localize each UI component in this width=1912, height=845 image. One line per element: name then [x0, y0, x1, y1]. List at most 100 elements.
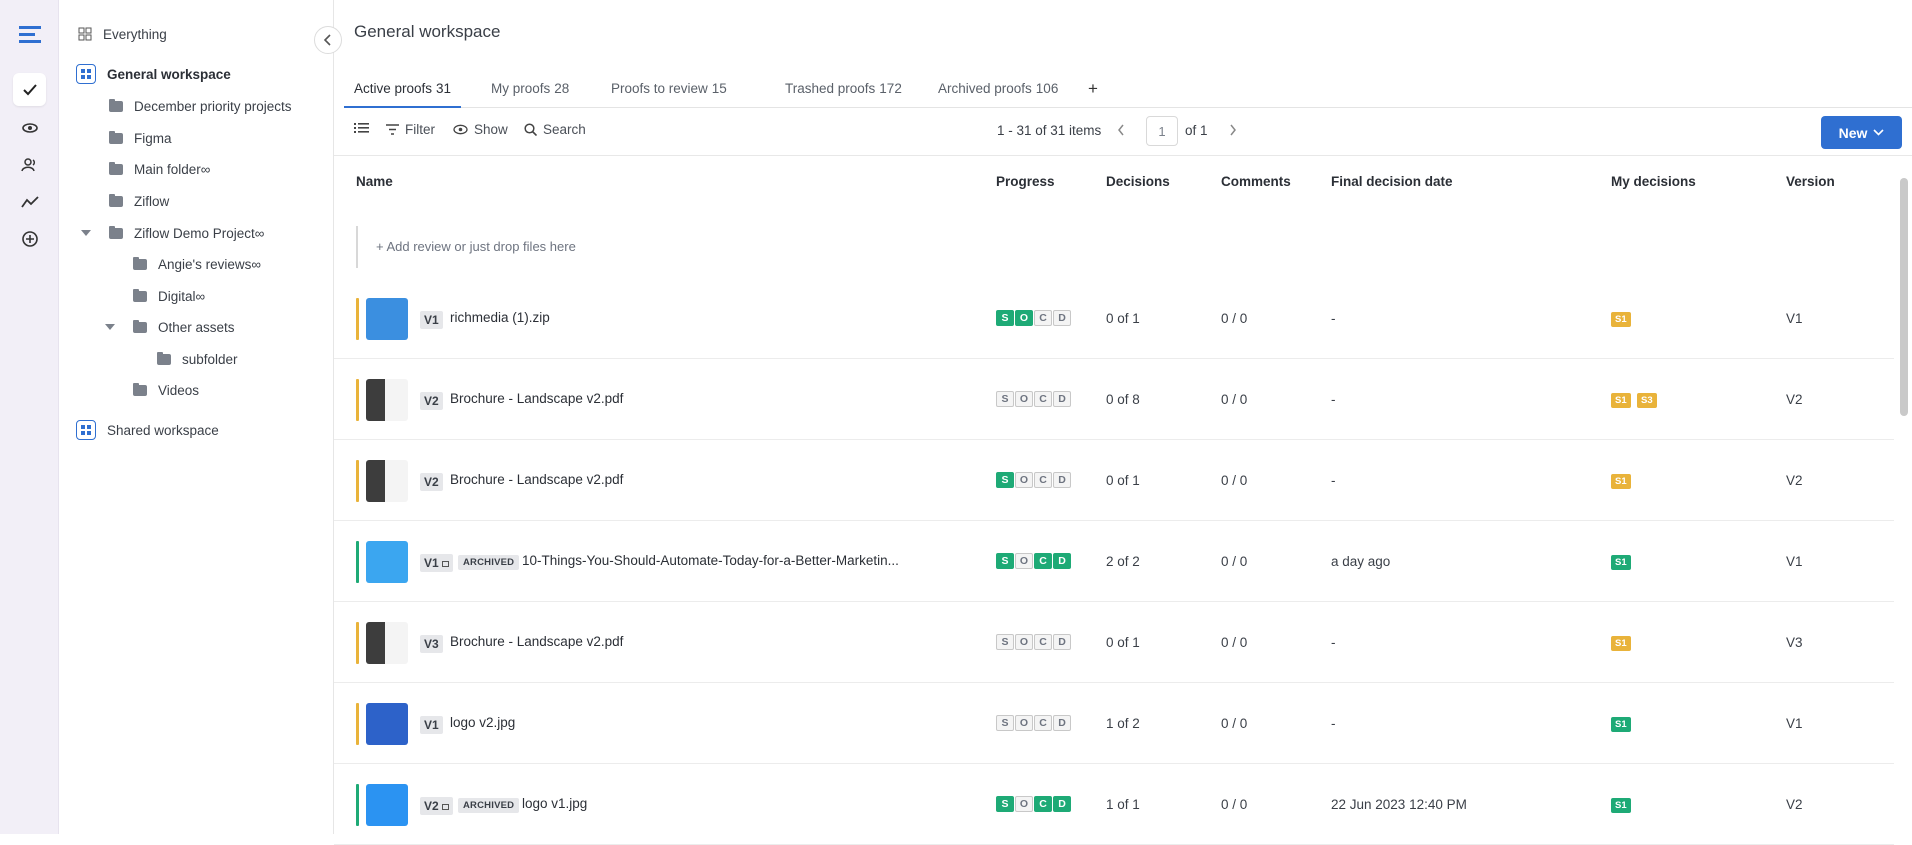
- progress-step-s: S: [996, 310, 1014, 326]
- column-version[interactable]: Version: [1786, 174, 1835, 189]
- column-progress[interactable]: Progress: [996, 174, 1055, 189]
- my-decision-badge: S1: [1611, 798, 1631, 813]
- comments-cell: 0 / 0: [1221, 797, 1248, 812]
- column-comments[interactable]: Comments: [1221, 174, 1291, 189]
- sidebar-folder-figma[interactable]: Figma: [107, 126, 172, 150]
- proof-thumbnail[interactable]: [366, 298, 408, 340]
- proof-name[interactable]: Brochure - Landscape v2.pdf: [450, 472, 623, 487]
- status-bar: [356, 298, 359, 340]
- column-my-decisions[interactable]: My decisions: [1611, 174, 1696, 189]
- checkmark-icon[interactable]: [13, 73, 46, 106]
- sidebar-item-everything[interactable]: Everything: [76, 22, 167, 46]
- tab-archived-proofs[interactable]: Archived proofs 106: [928, 78, 1068, 108]
- proof-thumbnail[interactable]: [366, 460, 408, 502]
- folder-icon: [107, 129, 125, 147]
- sidebar-folder-videos[interactable]: Videos: [131, 378, 199, 402]
- folder-icon: [107, 192, 125, 210]
- activity-icon[interactable]: [13, 185, 46, 218]
- page-input[interactable]: 1: [1146, 116, 1178, 146]
- table-row[interactable]: V2 ARCHIVED logo v1.jpg S O C D 1 of 1 0 / 0 22 J…: [334, 764, 1894, 845]
- final-date-cell: -: [1331, 311, 1336, 326]
- proof-thumbnail[interactable]: [366, 784, 408, 826]
- new-button[interactable]: New: [1821, 116, 1902, 149]
- search-button[interactable]: Search: [524, 122, 586, 137]
- list-view-icon[interactable]: [354, 122, 369, 134]
- progress-step-o: O: [1015, 472, 1033, 488]
- tab-my-proofs[interactable]: My proofs 28: [481, 78, 579, 108]
- grid-icon: [76, 25, 94, 43]
- sidebar-item-general-workspace[interactable]: General workspace: [75, 62, 231, 86]
- proof-thumbnail[interactable]: [366, 622, 408, 664]
- column-name[interactable]: Name: [356, 174, 393, 189]
- folder-icon: [107, 97, 125, 115]
- progress-step-s: S: [996, 553, 1014, 569]
- proof-thumbnail[interactable]: [366, 541, 408, 583]
- proof-name[interactable]: 10-Things-You-Should-Automate-Today-for-…: [522, 553, 899, 568]
- vertical-scrollbar[interactable]: [1898, 166, 1910, 826]
- folder-label: Main folder∞: [134, 161, 211, 177]
- sidebar-item-shared-workspace[interactable]: Shared workspace: [75, 418, 219, 442]
- folder-icon: [107, 160, 125, 178]
- add-tab-button[interactable]: +: [1078, 78, 1108, 108]
- next-page-button[interactable]: [1229, 124, 1237, 136]
- proof-name[interactable]: logo v2.jpg: [450, 715, 515, 730]
- progress-step-c: C: [1034, 634, 1052, 650]
- my-decision-badge: S1: [1611, 636, 1631, 651]
- version-cell: V1: [1786, 554, 1803, 569]
- sidebar-folder-angies[interactable]: Angie's reviews∞: [131, 252, 261, 276]
- folder-icon: [107, 224, 125, 242]
- version-badge: V1: [420, 716, 443, 734]
- collapse-sidebar-button[interactable]: [314, 26, 342, 54]
- tab-trashed-proofs[interactable]: Trashed proofs 172: [775, 78, 912, 108]
- table-row[interactable]: V3 Brochure - Landscape v2.pdf S O C D 0 of 1 0…: [334, 602, 1894, 683]
- table-row[interactable]: V2 Brochure - Landscape v2.pdf S O C D 0 of 8 0…: [334, 359, 1894, 440]
- sidebar-folder-ziflow[interactable]: Ziflow: [107, 189, 169, 213]
- filter-button[interactable]: Filter: [386, 122, 435, 137]
- progress-step-c: C: [1034, 553, 1052, 569]
- menu-logo-icon[interactable]: [13, 18, 46, 51]
- progress-indicator: SOCD: [996, 310, 1071, 326]
- version-badge: V2: [420, 392, 443, 410]
- tab-active-proofs[interactable]: Active proofs 31: [344, 78, 462, 108]
- proof-name[interactable]: Brochure - Landscape v2.pdf: [450, 634, 623, 649]
- sidebar-folder-ziflow-demo[interactable]: Ziflow Demo Project∞: [107, 221, 264, 245]
- item-range: 1 - 31 of 31 items: [997, 123, 1102, 138]
- comments-cell: 0 / 0: [1221, 473, 1248, 488]
- sidebar-folder-main[interactable]: Main folder∞: [107, 157, 210, 181]
- prev-page-button[interactable]: [1117, 124, 1125, 136]
- folder-icon: [131, 318, 149, 336]
- chevron-down-icon: [1873, 129, 1884, 136]
- proof-name[interactable]: Brochure - Landscape v2.pdf: [450, 391, 623, 406]
- proof-name[interactable]: logo v1.jpg: [522, 796, 587, 811]
- final-date-cell: -: [1331, 635, 1336, 650]
- progress-step-c: C: [1034, 715, 1052, 731]
- main-content: General workspace Active proofs 31 My pro…: [334, 0, 1912, 845]
- sidebar-item-label: Everything: [103, 26, 167, 42]
- proof-name[interactable]: richmedia (1).zip: [450, 310, 550, 325]
- sidebar-folder-subfolder[interactable]: subfolder: [155, 347, 238, 371]
- tab-proofs-to-review[interactable]: Proofs to review 15: [601, 78, 737, 108]
- column-final-decision-date[interactable]: Final decision date: [1331, 174, 1453, 189]
- table-row[interactable]: V1 richmedia (1).zip S O C D 0 of 1 0 / 0 - S1 V1: [334, 278, 1894, 359]
- scrollbar-thumb[interactable]: [1900, 178, 1908, 416]
- status-bar: [356, 379, 359, 421]
- expand-caret-icon[interactable]: [81, 230, 91, 236]
- folder-label: Figma: [134, 130, 172, 146]
- proof-thumbnail[interactable]: [366, 703, 408, 745]
- show-button[interactable]: Show: [453, 122, 508, 137]
- column-decisions[interactable]: Decisions: [1106, 174, 1170, 189]
- table-row[interactable]: V2 Brochure - Landscape v2.pdf S O C D 0 of 1 0…: [334, 440, 1894, 521]
- add-review-dropzone[interactable]: + Add review or just drop files here: [356, 226, 1894, 268]
- users-icon[interactable]: [13, 148, 46, 181]
- table-row[interactable]: V1 logo v2.jpg S O C D 1 of 2 0 / 0 - S1 V1: [334, 683, 1894, 764]
- proof-thumbnail[interactable]: [366, 379, 408, 421]
- table-row[interactable]: V1 ARCHIVED 10-Things-You-Should-Automate-…: [334, 521, 1894, 602]
- sidebar-folder-digital[interactable]: Digital∞: [131, 284, 205, 308]
- expand-caret-icon[interactable]: [105, 324, 115, 330]
- sidebar-folder-december[interactable]: December priority projects: [107, 94, 292, 118]
- chevron-left-icon: [1118, 124, 1124, 136]
- sidebar-folder-other-assets[interactable]: Other assets: [131, 315, 235, 339]
- plus-circle-icon[interactable]: [13, 222, 46, 255]
- progress-indicator: SOCD: [996, 391, 1071, 407]
- eye-icon[interactable]: [13, 111, 46, 144]
